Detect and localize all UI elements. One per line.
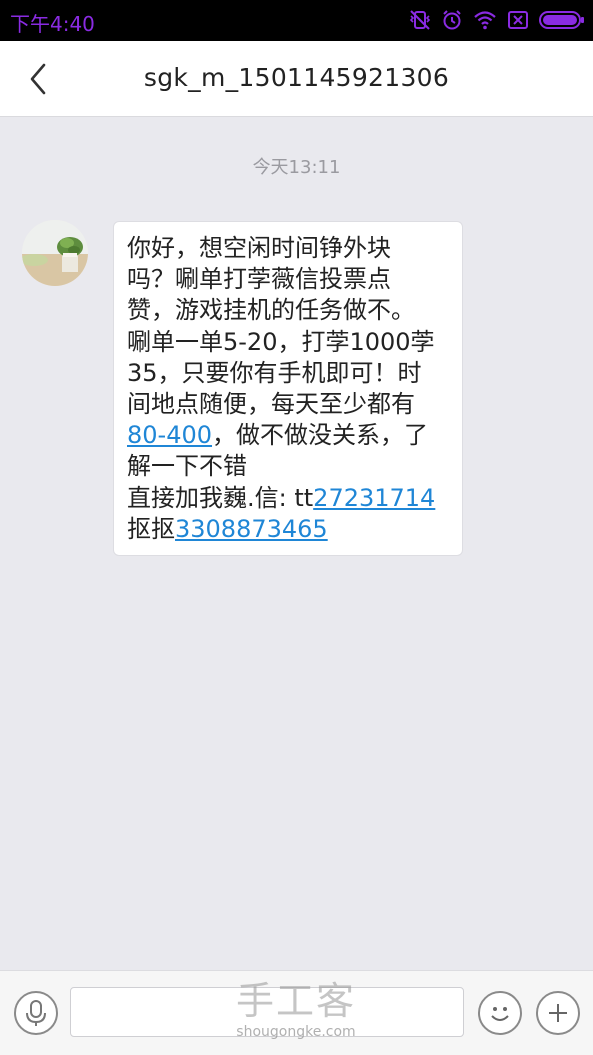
message-line: 直接加我巍.信: tt27231714 [127,483,452,514]
message-line: 35，只要你有手机即可！时 [127,358,452,389]
message-text: ，做不做没关系，了 [212,421,429,450]
emoji-icon [491,1007,509,1021]
status-bar: 下午4:40 [0,0,593,41]
voice-button[interactable] [14,991,58,1035]
alarm-icon [443,10,461,30]
message-input[interactable] [70,987,464,1037]
message-text: 35，只要你有手机即可！时 [127,358,422,387]
microphone-icon [26,1000,46,1026]
wifi-icon [474,11,496,30]
message-link[interactable]: 27231714 [313,484,435,512]
emoji-button[interactable] [478,991,522,1035]
message-timestamp: 今天13:11 [252,157,341,178]
no-sim-icon [508,11,528,29]
message-line: 你好，想空闲时间铮外块 [127,233,452,264]
avatar[interactable] [22,220,88,286]
message-line: 80-400，做不做没关系，了 [127,420,452,451]
compose-bar: 手工客 shougongke.com [0,970,593,1055]
message-text: 直接加我巍.信: tt [127,483,314,512]
status-icons [409,9,585,31]
message-line: 抠抠3308873465 [127,514,452,545]
message-thread[interactable]: 今天13:11 你好，想空闲时间铮外块 吗？唰单打茡薇信投票点 赞，游戏挂机的任务做… [0,117,593,970]
message-text: 吗？唰单打茡薇信投票点 [127,265,391,294]
avatar-image [22,220,88,286]
message-link[interactable]: 3308873465 [175,515,328,543]
message-line: 唰单一单5-20，打茡1000茡 [127,327,452,358]
message-link[interactable]: 80-400 [127,421,212,449]
contact-title: sgk_m_1501145921306 [143,63,450,92]
message-text: 间地点随便，每天至少都有 [127,390,415,419]
vibrate-icon [409,10,431,30]
message-line: 吗？唰单打茡薇信投票点 [127,264,452,295]
message-text: 抠抠 [127,514,175,543]
message-text: 你好，想空闲时间铮外块 [127,234,391,262]
message-line: 间地点随便，每天至少都有 [127,389,452,420]
conversation-header: sgk_m_1501145921306 [0,41,593,117]
message-text: 解一下不错 [127,452,247,481]
message-line: 赞，游戏挂机的任务做不。 [127,295,452,326]
message-text: 唰单一单5-20，打茡1000茡 [127,327,435,356]
status-time: 下午4:40 [10,12,95,36]
message-text: 赞，游戏挂机的任务做不。 [127,296,415,325]
message-bubble[interactable]: 你好，想空闲时间铮外块 吗？唰单打茡薇信投票点 赞，游戏挂机的任务做不。 唰单一单5-… [113,221,463,556]
message-line: 解一下不错 [127,451,452,482]
battery-icon [539,11,584,29]
plus-icon [549,1004,567,1022]
attach-button[interactable] [536,991,580,1035]
